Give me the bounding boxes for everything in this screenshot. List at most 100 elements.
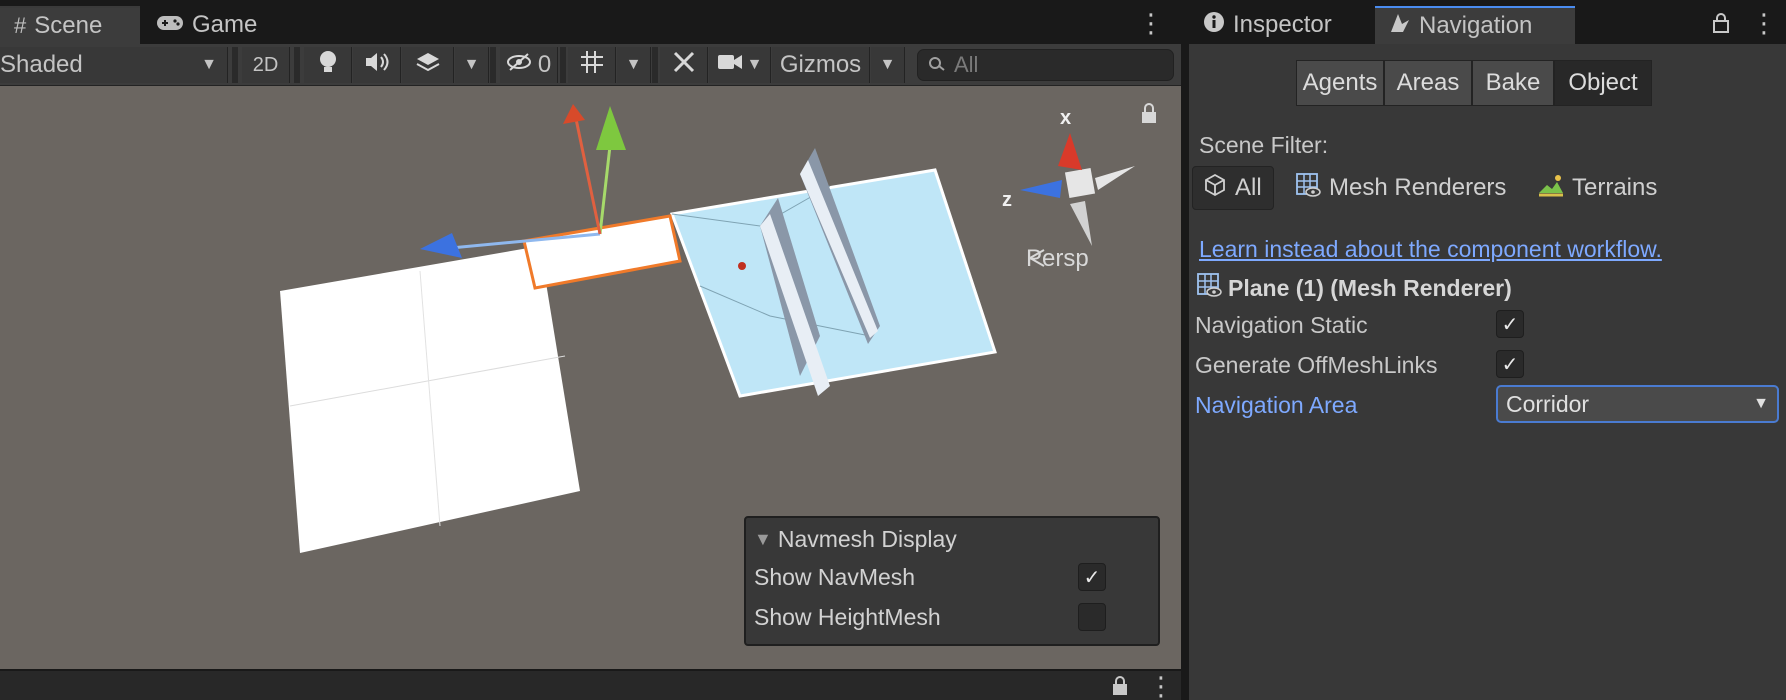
toggle-2d-label: 2D bbox=[252, 53, 279, 76]
chevron-down-icon: ▼ bbox=[879, 56, 896, 73]
mesh-renderer-icon bbox=[1295, 172, 1321, 205]
grid-icon: # bbox=[14, 13, 27, 38]
filter-mesh-renderers-button[interactable]: Mesh Renderers bbox=[1285, 166, 1516, 210]
scene-visibility-button[interactable]: 0 bbox=[500, 47, 558, 83]
show-navmesh-row: Show NavMesh ✓ bbox=[754, 560, 1154, 594]
navigation-area-value: Corridor bbox=[1506, 390, 1590, 417]
shading-mode-dropdown[interactable]: Shaded ▼ bbox=[0, 47, 228, 83]
camera-settings-button[interactable]: ▼ bbox=[709, 47, 771, 83]
terrain-icon bbox=[1538, 173, 1564, 204]
grid-snapping-button[interactable] bbox=[568, 47, 616, 83]
layers-icon bbox=[415, 50, 441, 81]
filter-all-label: All bbox=[1235, 174, 1262, 201]
lock-icon[interactable] bbox=[1713, 12, 1729, 39]
navigation-window: Inspector Navigation ⋮ Agents Areas Bake… bbox=[1189, 0, 1786, 700]
gizmos-button[interactable]: Gizmos bbox=[772, 47, 870, 83]
filter-terrains-label: Terrains bbox=[1572, 174, 1658, 201]
segment-bake-label: Bake bbox=[1485, 69, 1541, 96]
eye-slash-icon bbox=[506, 51, 532, 79]
orientation-gizmo[interactable] bbox=[1020, 133, 1135, 246]
more-icon[interactable]: ⋮ bbox=[1148, 673, 1174, 699]
scene-filter-label: Scene Filter: bbox=[1199, 132, 1329, 158]
search-placeholder: All bbox=[954, 52, 979, 77]
scene-tab-bar: # Scene Game ⋮ bbox=[0, 0, 1181, 44]
scene-more-icon[interactable]: ⋮ bbox=[1138, 10, 1164, 36]
window-divider[interactable] bbox=[1181, 0, 1189, 700]
tab-navigation[interactable]: Navigation bbox=[1375, 6, 1575, 44]
gizmo-z-axis-icon[interactable] bbox=[420, 233, 462, 258]
axis-x-label: x bbox=[1060, 107, 1071, 129]
show-navmesh-checkbox[interactable]: ✓ bbox=[1078, 563, 1106, 591]
show-heightmesh-label: Show HeightMesh bbox=[754, 603, 941, 630]
hidden-objects-count: 0 bbox=[537, 51, 552, 78]
segment-areas-label: Areas bbox=[1396, 69, 1460, 96]
gizmo-y-axis-icon[interactable] bbox=[596, 106, 626, 150]
navigation-area-dropdown[interactable]: Corridor ▼ bbox=[1496, 385, 1779, 423]
triangle-down-icon: ▼ bbox=[754, 528, 772, 549]
tab-navigation-label: Navigation bbox=[1419, 12, 1533, 39]
tools-button[interactable] bbox=[660, 47, 708, 83]
camera-icon bbox=[717, 51, 743, 79]
tab-inspector-label: Inspector bbox=[1233, 11, 1332, 38]
speaker-icon bbox=[364, 51, 390, 80]
segment-object-label: Object bbox=[1568, 69, 1638, 96]
segment-agents-label: Agents bbox=[1302, 69, 1378, 96]
gamepad-icon bbox=[156, 12, 184, 38]
navigation-static-checkbox[interactable]: ✓ bbox=[1496, 310, 1524, 338]
tab-inspector[interactable]: Inspector bbox=[1189, 6, 1375, 44]
scene-search-input[interactable]: All bbox=[917, 49, 1174, 81]
tab-game[interactable]: Game bbox=[142, 6, 292, 44]
segment-bake[interactable]: Bake bbox=[1472, 60, 1554, 106]
lock-icon[interactable] bbox=[1112, 675, 1128, 700]
generate-offmeshlinks-checkbox[interactable]: ✓ bbox=[1496, 350, 1524, 378]
generate-offmeshlinks-label: Generate OffMeshLinks bbox=[1195, 352, 1438, 378]
show-heightmesh-row: Show HeightMesh bbox=[754, 600, 1154, 634]
toggle-2d-button[interactable]: 2D bbox=[242, 47, 290, 83]
tab-game-label: Game bbox=[192, 11, 258, 38]
grid-dropdown-button[interactable]: ▼ bbox=[617, 47, 651, 83]
projection-label[interactable]: Persp bbox=[1026, 245, 1089, 272]
shading-mode-label: Shaded bbox=[0, 51, 83, 78]
tab-scene-label: Scene bbox=[34, 12, 103, 39]
overlay-title: Navmesh Display bbox=[777, 525, 957, 552]
audio-toggle-button[interactable] bbox=[353, 47, 401, 83]
light-bulb-icon bbox=[318, 50, 338, 81]
segment-object[interactable]: Object bbox=[1554, 60, 1652, 106]
show-heightmesh-checkbox[interactable] bbox=[1078, 603, 1106, 631]
show-navmesh-label: Show NavMesh bbox=[754, 563, 916, 590]
scene-window: # Scene Game ⋮ Shaded ▼ 2D ▼ 0 ▼ ▼ Gizmo… bbox=[0, 0, 1181, 700]
search-icon bbox=[928, 52, 946, 78]
gizmos-label: Gizmos bbox=[779, 51, 862, 78]
effects-toggle-button[interactable] bbox=[402, 47, 454, 83]
filter-mesh-renderers-label: Mesh Renderers bbox=[1329, 174, 1507, 201]
segment-areas[interactable]: Areas bbox=[1384, 60, 1472, 106]
filter-all-button[interactable]: All bbox=[1192, 166, 1274, 210]
gizmos-dropdown-button[interactable]: ▼ bbox=[871, 47, 905, 83]
component-workflow-link[interactable]: Learn instead about the component workfl… bbox=[1199, 236, 1662, 263]
object-header: Plane (1) (Mesh Renderer) bbox=[1196, 272, 1512, 304]
tab-scene[interactable]: # Scene bbox=[0, 6, 140, 44]
lighting-toggle-button[interactable] bbox=[304, 47, 352, 83]
effects-dropdown-button[interactable]: ▼ bbox=[455, 47, 489, 83]
navigation-area-label: Navigation Area bbox=[1195, 392, 1358, 418]
tools-icon bbox=[672, 50, 696, 81]
chevron-down-icon: ▼ bbox=[625, 56, 642, 73]
info-icon bbox=[1203, 11, 1225, 40]
overlay-header[interactable]: ▼ Navmesh Display bbox=[754, 522, 957, 556]
more-icon[interactable]: ⋮ bbox=[1751, 10, 1777, 36]
scene-viewport[interactable]: x z Persp ▼ Navmesh Display Show NavMesh… bbox=[0, 86, 1181, 669]
navigation-static-label: Navigation Static bbox=[1195, 312, 1368, 338]
grid-snap-icon bbox=[579, 49, 605, 82]
navigation-icon bbox=[1389, 12, 1411, 41]
cube-icon bbox=[1203, 173, 1227, 204]
navmesh-display-overlay: ▼ Navmesh Display Show NavMesh ✓ Show He… bbox=[744, 516, 1160, 646]
object-title: Plane (1) (Mesh Renderer) bbox=[1228, 274, 1512, 301]
right-tab-bar: Inspector Navigation ⋮ bbox=[1189, 0, 1786, 44]
lock-icon[interactable] bbox=[1142, 103, 1156, 123]
gizmo-x-axis-icon[interactable] bbox=[563, 104, 585, 124]
mesh-renderer-icon bbox=[1196, 272, 1222, 304]
axis-z-label: z bbox=[1002, 189, 1012, 211]
segment-agents[interactable]: Agents bbox=[1296, 60, 1384, 106]
filter-terrains-button[interactable]: Terrains bbox=[1528, 166, 1667, 210]
chevron-down-icon: ▼ bbox=[201, 56, 217, 73]
